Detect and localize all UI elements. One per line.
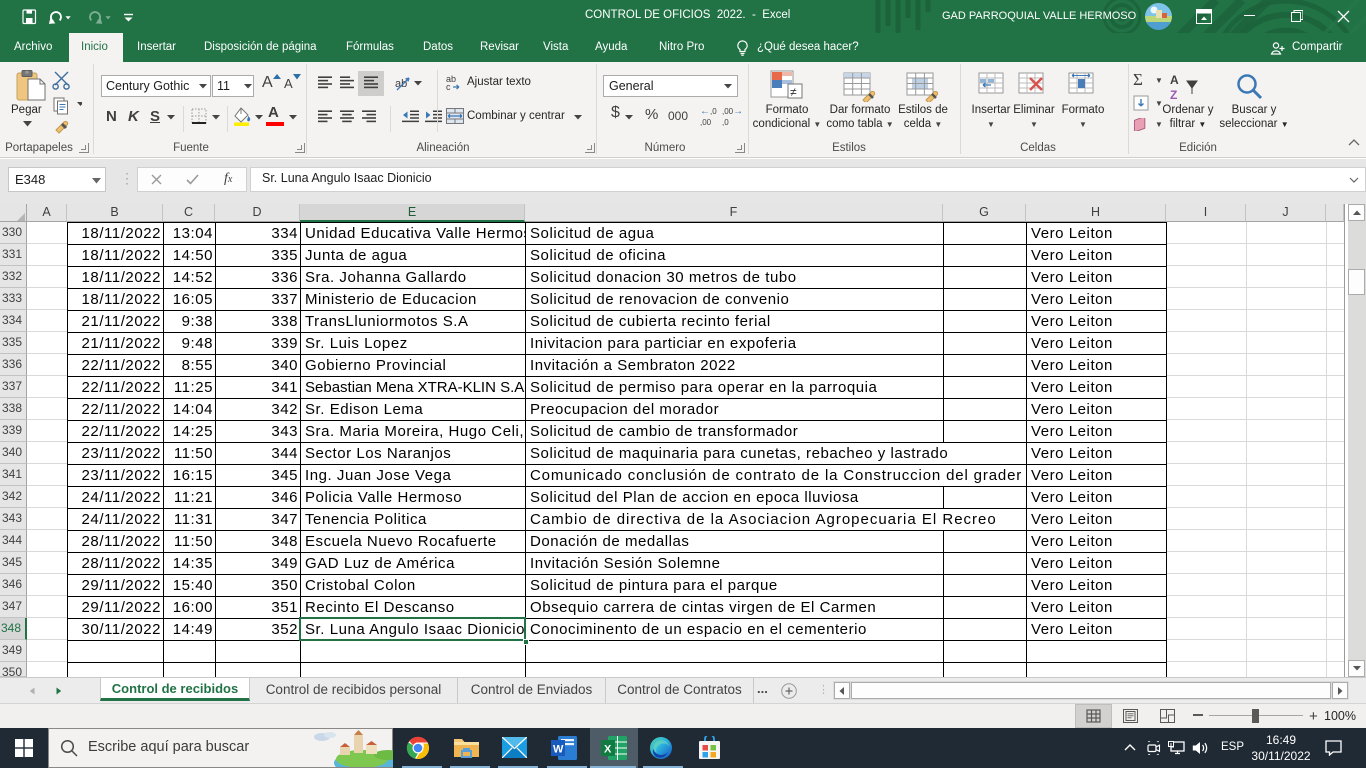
svg-text:W: W <box>553 744 564 756</box>
svg-text:ab: ab <box>395 78 407 90</box>
svg-text:c: c <box>446 82 451 91</box>
svg-text:A: A <box>1170 73 1179 87</box>
svg-text:Z: Z <box>1170 88 1177 102</box>
svg-text:≠: ≠ <box>790 85 797 99</box>
svg-text:X: X <box>604 744 612 756</box>
